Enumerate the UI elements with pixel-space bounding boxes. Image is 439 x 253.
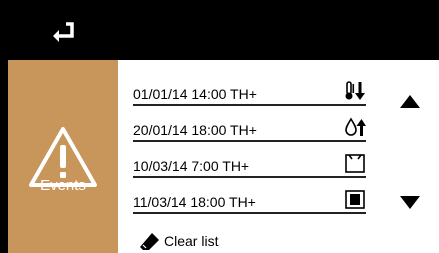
scroll-down-button[interactable] [396,192,424,214]
event-row[interactable]: 11/03/14 18:00 TH+ [133,178,366,214]
triangle-up-icon [400,95,420,108]
closed-window-icon [345,190,365,209]
thermometer-down-icon [345,81,365,100]
event-row[interactable]: 01/01/14 14:00 TH+ [133,70,366,106]
drop-up-icon [345,117,366,136]
back-button[interactable] [40,12,86,52]
top-bar [0,0,439,60]
event-text: 10/03/14 7:00 TH+ [133,158,250,174]
scroll-up-button[interactable] [396,90,424,112]
events-tab[interactable]: Events [8,60,118,253]
left-frame [0,60,8,253]
event-text: 01/01/14 14:00 TH+ [133,86,257,102]
event-text: 11/03/14 18:00 TH+ [133,194,256,210]
return-arrow-icon [53,22,74,42]
event-row[interactable]: 10/03/14 7:00 TH+ [133,142,366,178]
clear-list-label: Clear list [164,233,219,249]
row-divider [133,212,366,214]
open-window-icon [345,154,365,173]
event-text: 20/01/14 18:00 TH+ [133,122,257,138]
event-row[interactable]: 20/01/14 18:00 TH+ [133,106,366,142]
eraser-icon [140,233,159,250]
triangle-down-icon [400,196,420,209]
clear-list-button[interactable]: Clear list [140,230,218,252]
events-label: Events [40,177,86,194]
sidebar: Events [8,60,118,253]
events-panel: 01/01/14 14:00 TH+ 20/01/14 18:00 TH+ 10… [118,60,439,253]
